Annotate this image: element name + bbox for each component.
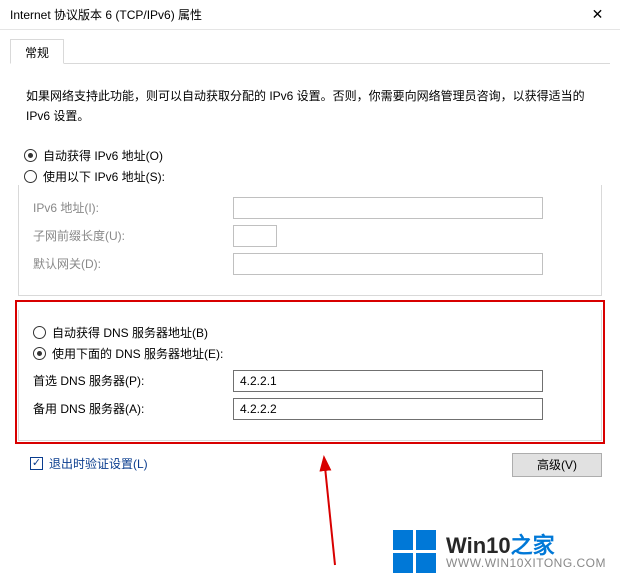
row-gateway: 默认网关(D): [33, 253, 587, 275]
checkbox-label: 退出时验证设置(L) [49, 455, 148, 472]
watermark: Win10之家 WWW.WIN10XITONG.COM [393, 530, 606, 573]
radio-icon [24, 170, 37, 183]
radio-auto-ip[interactable]: 自动获得 IPv6 地址(O) [24, 147, 602, 164]
tab-strip: 常规 [10, 38, 610, 64]
input-preferred-dns[interactable] [233, 370, 543, 392]
radio-manual-dns[interactable]: 使用下面的 DNS 服务器地址(E): [33, 345, 587, 362]
window-title: Internet 协议版本 6 (TCP/IPv6) 属性 [10, 6, 202, 23]
ip-group: IPv6 地址(I): 子网前缀长度(U): 默认网关(D): [18, 185, 602, 296]
bottom-bar: ✓ 退出时验证设置(L) 高级(V) [18, 455, 602, 472]
label-preferred-dns: 首选 DNS 服务器(P): [33, 372, 233, 389]
dns-group: 自动获得 DNS 服务器地址(B) 使用下面的 DNS 服务器地址(E): 首选… [18, 310, 602, 441]
radio-auto-dns[interactable]: 自动获得 DNS 服务器地址(B) [33, 324, 587, 341]
label-ipv6-address: IPv6 地址(I): [33, 199, 233, 216]
row-preferred-dns: 首选 DNS 服务器(P): [33, 370, 587, 392]
row-prefix: 子网前缀长度(U): [33, 225, 587, 247]
label-gateway: 默认网关(D): [33, 255, 233, 272]
watermark-url: WWW.WIN10XITONG.COM [446, 557, 606, 569]
input-alternate-dns[interactable] [233, 398, 543, 420]
input-prefix [233, 225, 277, 247]
windows-logo-icon [393, 530, 436, 573]
radio-icon [24, 149, 37, 162]
watermark-brand-a: Win10 [446, 533, 511, 558]
arrow-annotation [285, 455, 345, 575]
radio-icon [33, 347, 46, 360]
titlebar: Internet 协议版本 6 (TCP/IPv6) 属性 ✕ [0, 0, 620, 30]
radio-icon [33, 326, 46, 339]
radio-label: 自动获得 DNS 服务器地址(B) [52, 324, 208, 341]
input-ipv6-address [233, 197, 543, 219]
close-icon: ✕ [592, 6, 604, 23]
intro-text: 如果网络支持此功能，则可以自动获取分配的 IPv6 设置。否则，你需要向网络管理… [26, 86, 594, 127]
radio-label: 使用下面的 DNS 服务器地址(E): [52, 345, 223, 362]
checkbox-icon: ✓ [30, 457, 43, 470]
tab-general[interactable]: 常规 [10, 39, 64, 64]
advanced-button[interactable]: 高级(V) [512, 453, 602, 477]
row-alternate-dns: 备用 DNS 服务器(A): [33, 398, 587, 420]
radio-label: 使用以下 IPv6 地址(S): [43, 168, 165, 185]
radio-label: 自动获得 IPv6 地址(O) [43, 147, 163, 164]
close-button[interactable]: ✕ [575, 0, 620, 30]
input-gateway [233, 253, 543, 275]
label-alternate-dns: 备用 DNS 服务器(A): [33, 400, 233, 417]
dialog-content: 如果网络支持此功能，则可以自动获取分配的 IPv6 设置。否则，你需要向网络管理… [0, 64, 620, 472]
row-ipv6-address: IPv6 地址(I): [33, 197, 587, 219]
radio-manual-ip[interactable]: 使用以下 IPv6 地址(S): [24, 168, 602, 185]
watermark-brand-b: 之家 [511, 533, 555, 558]
label-prefix: 子网前缀长度(U): [33, 227, 233, 244]
watermark-text: Win10之家 WWW.WIN10XITONG.COM [446, 535, 606, 569]
